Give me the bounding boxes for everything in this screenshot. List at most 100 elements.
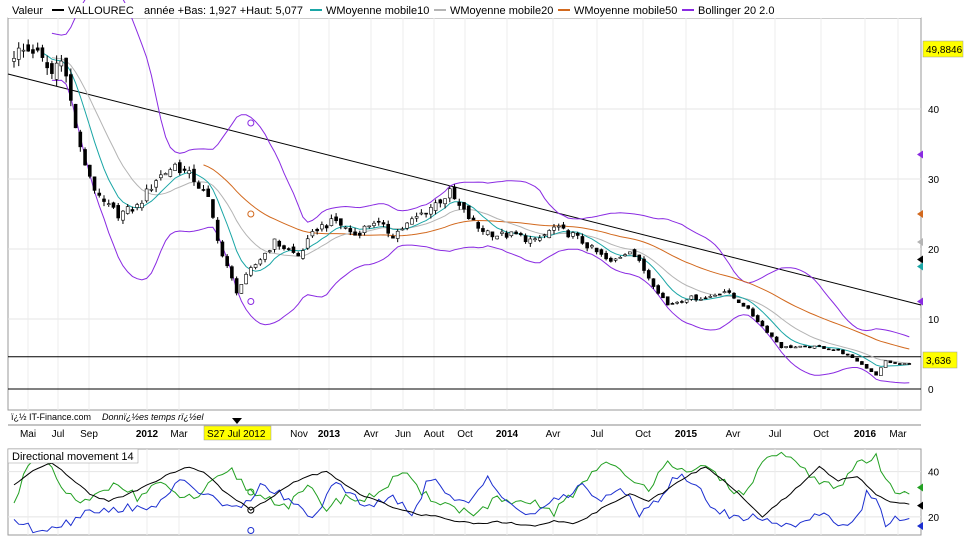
candle-body [708, 296, 713, 298]
x-tick-label: Mar [170, 429, 188, 440]
candle-body [864, 363, 869, 369]
candle-body [760, 320, 765, 327]
candle-body [343, 226, 348, 229]
candle-body [713, 294, 717, 297]
candle-body [410, 218, 414, 225]
candle-body [897, 363, 902, 365]
candle-body [177, 162, 182, 174]
candle-body [575, 233, 580, 236]
candle-body [135, 204, 139, 208]
candle-body [12, 58, 16, 62]
candle-body [59, 60, 64, 67]
candle-body [130, 209, 135, 212]
candle-body [395, 230, 400, 239]
candle-body [286, 248, 291, 250]
candle-body [367, 225, 372, 228]
candle-body [736, 299, 741, 304]
candle-body [523, 235, 528, 243]
candle-body [528, 238, 533, 244]
high-price-label: 49,8846 [926, 45, 963, 56]
price-y-tick: 0 [928, 385, 934, 396]
candle-body [599, 249, 604, 255]
candle-body [249, 267, 253, 276]
candle-body [348, 228, 353, 233]
candle-body [201, 189, 206, 191]
candle-body [225, 256, 229, 267]
x-tick-label: Jul [52, 429, 65, 440]
x-tick-label: Avr [364, 429, 379, 440]
x-tick-label: Jun [395, 429, 411, 440]
x-tick-label: Oct [635, 429, 651, 440]
legend-symbol-label: Valeur [12, 5, 43, 17]
candle-body [822, 346, 826, 349]
candle-body [45, 62, 49, 69]
legend-ma20: WMoyenne mobile20 [450, 5, 553, 17]
x-tick-label: Aout [424, 429, 445, 440]
candle-body [54, 62, 59, 80]
candle-body [282, 245, 286, 250]
candle-body [571, 232, 575, 237]
candle-body [590, 245, 594, 248]
x-tick-label: Nov [290, 429, 308, 440]
candle-body [443, 198, 447, 205]
candle-body [16, 47, 21, 60]
candle-body [144, 188, 149, 202]
candle-body [637, 254, 642, 261]
candle-body [244, 273, 248, 285]
candle-body [154, 180, 158, 188]
candle-body [163, 173, 168, 176]
candle-body [296, 252, 301, 257]
candle-body [471, 217, 476, 221]
candle-body [196, 182, 201, 189]
x-axis-labels: Mai Jul Sep 2012 Mar Nov 2013 Avr Jun Aout Oct 2014… [20, 429, 907, 440]
candle-body [267, 250, 272, 252]
legend-bollinger-swatch [682, 9, 694, 11]
candle-body [310, 231, 315, 237]
candle-body [860, 361, 864, 365]
candle-body [111, 202, 116, 208]
candle-body [424, 212, 428, 215]
candle-body [556, 225, 561, 228]
candle-body [400, 228, 405, 231]
candle-body [215, 219, 220, 241]
candle-body [642, 258, 646, 271]
candle-body [817, 345, 822, 347]
candle-body [21, 49, 26, 52]
candle-body [784, 346, 788, 348]
x-tick-label: Mar [889, 429, 907, 440]
candle-body [741, 302, 746, 307]
candle-body [751, 308, 755, 317]
candle-body [69, 74, 73, 101]
candle-body [613, 258, 618, 261]
x-tick-label: Jul [769, 429, 782, 440]
candle-body [519, 233, 523, 236]
candle-body [665, 296, 670, 306]
candle-body [372, 222, 376, 226]
data-note-text: Donnï¿½es temps rï¿½el [102, 412, 205, 422]
candle-body [40, 47, 45, 58]
indicator-y-axis: 40 20 [928, 468, 940, 524]
price-chart: 0 10 20 30 40 Valeur VALLOUREC année +Bas: 1… [0, 0, 966, 446]
candle-body [547, 230, 552, 239]
candle-body [329, 218, 334, 226]
candle-body [623, 254, 627, 257]
candle-body [125, 206, 130, 214]
candle-body [732, 292, 736, 299]
candle-body [206, 188, 211, 197]
candle-body [552, 226, 556, 231]
candle-body [353, 231, 357, 236]
candle-body [670, 303, 675, 305]
candle-body [722, 291, 727, 294]
candle-body [907, 363, 912, 365]
x-tick-label: Sep [80, 429, 98, 440]
candle-body [419, 212, 424, 215]
candle-body [836, 348, 841, 351]
candle-body [31, 49, 35, 54]
indicator-y-tick: 40 [928, 468, 940, 479]
candle-body [159, 174, 163, 179]
candle-body [646, 270, 651, 279]
candle-body [50, 63, 54, 74]
candle-body [533, 238, 537, 241]
candle-body [746, 305, 751, 309]
candle-body [83, 149, 87, 166]
